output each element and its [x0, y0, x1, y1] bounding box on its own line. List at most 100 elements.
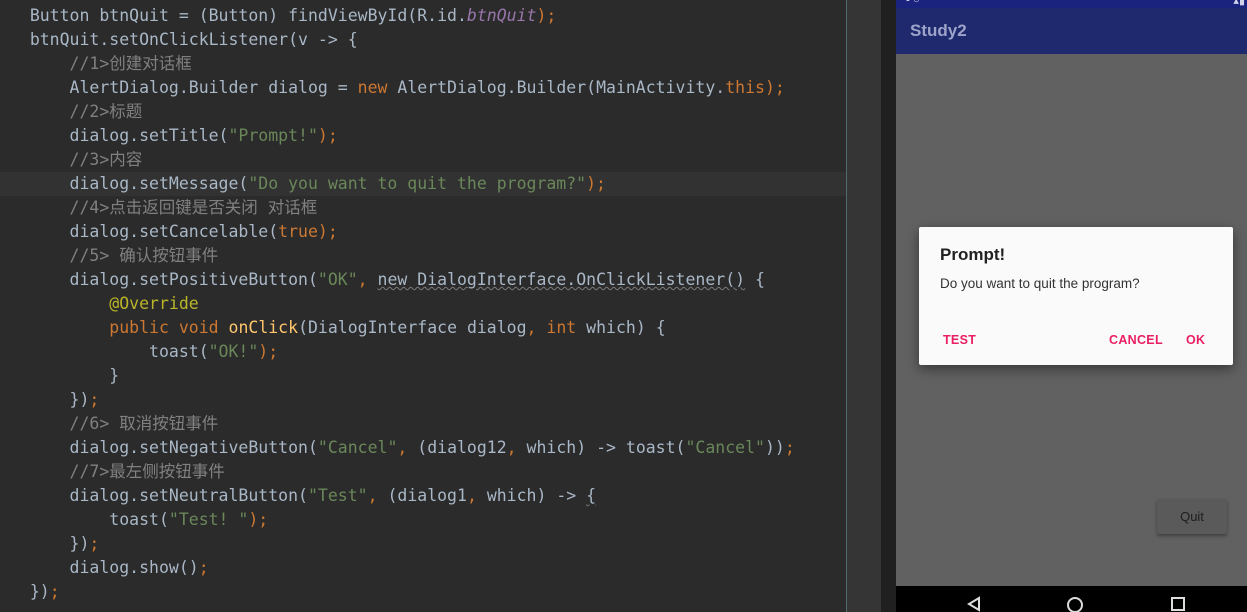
code-token: //3>内容 — [29, 150, 143, 169]
emulator-frame — [882, 0, 896, 612]
code-token: which) -> — [486, 486, 587, 505]
code-line[interactable]: //2>标题 — [0, 100, 846, 124]
code-token: (DialogInterface dialog — [298, 318, 527, 337]
code-line[interactable]: dialog.setMessage("Do you want to quit t… — [0, 172, 846, 196]
code-token: ); — [536, 6, 557, 25]
code-token: dialog.setNegativeButton( — [29, 438, 318, 457]
code-token: btnQuit.setOnClickListener(v -> { — [29, 30, 358, 49]
code-token: "OK" — [317, 270, 358, 289]
dialog-ok-button[interactable]: OK — [1186, 333, 1205, 347]
code-token: //2>标题 — [29, 102, 143, 121]
code-token: }) — [29, 582, 50, 601]
alert-dialog: Prompt! Do you want to quit the program?… — [919, 227, 1233, 365]
code-token: "Prompt!" — [228, 126, 318, 145]
code-token: dialog.setCancelable( — [29, 222, 279, 241]
code-token: ); — [764, 78, 785, 97]
code-token: , — [526, 318, 547, 337]
code-line[interactable]: dialog.setNegativeButton("Cancel", (dial… — [0, 436, 846, 460]
code-token: btnQuit — [466, 6, 537, 25]
code-line[interactable]: //5> 确认按钮事件 — [0, 244, 846, 268]
code-token: @Override — [109, 294, 199, 313]
code-line[interactable]: //4>点击返回键是否关闭 对话框 — [0, 196, 846, 220]
android-emulator-screen: ▪ ○ ▴▮ Study2 Quit Prompt! Do you want t… — [896, 0, 1247, 612]
code-token: { — [586, 486, 597, 505]
code-token: , — [466, 486, 487, 505]
code-token: //5> 确认按钮事件 — [29, 246, 219, 265]
code-token: "OK!" — [208, 342, 259, 361]
recents-icon[interactable] — [1170, 596, 1186, 612]
code-line[interactable]: //6> 取消按钮事件 — [0, 412, 846, 436]
status-bar: ▪ ○ ▴▮ — [896, 0, 1247, 8]
code-token: new DialogInterface.OnClickListener() — [377, 270, 746, 289]
code-token: "Test" — [307, 486, 368, 505]
code-line[interactable]: dialog.setCancelable(true); — [0, 220, 846, 244]
code-token: dialog.setMessage( — [29, 174, 249, 193]
code-line[interactable]: AlertDialog.Builder dialog = new AlertDi… — [0, 76, 846, 100]
code-token: //1>创建对话框 — [29, 54, 192, 73]
quit-button[interactable]: Quit — [1157, 499, 1227, 534]
code-line[interactable]: dialog.setTitle("Prompt!"); — [0, 124, 846, 148]
code-line[interactable]: }); — [0, 532, 846, 556]
code-line[interactable]: Button btnQuit = (Button) findViewById(R… — [0, 4, 846, 28]
code-line[interactable]: //7>最左侧按钮事件 — [0, 460, 846, 484]
code-line[interactable]: //3>内容 — [0, 148, 846, 172]
code-token: true — [278, 222, 318, 241]
code-line[interactable]: dialog.setNeutralButton("Test", (dialog1… — [0, 484, 846, 508]
code-token: AlertDialog.Builder(MainActivity. — [387, 78, 726, 97]
code-token: dialog.show() — [29, 558, 199, 577]
code-token: AlertDialog.Builder dialog = — [29, 78, 358, 97]
code-token: ; — [89, 390, 100, 409]
code-token: "Test! " — [168, 510, 249, 529]
code-token: //7>最左侧按钮事件 — [29, 462, 225, 481]
code-token: public void — [109, 318, 229, 337]
code-token: , — [367, 486, 388, 505]
code-line[interactable]: }); — [0, 388, 846, 412]
code-line[interactable]: }); — [0, 580, 846, 604]
code-token: this — [725, 78, 765, 97]
code-line[interactable]: dialog.setPositiveButton("OK", new Dialo… — [0, 268, 846, 292]
code-token: { — [745, 270, 765, 289]
code-token: "Cancel" — [317, 438, 398, 457]
status-clock-icon: ▴▮ — [1233, 0, 1245, 7]
code-token: "Cancel" — [685, 438, 765, 457]
code-line[interactable]: btnQuit.setOnClickListener(v -> { — [0, 28, 846, 52]
code-token: , — [397, 438, 418, 457]
code-line[interactable]: } — [0, 364, 846, 388]
code-line[interactable]: toast("OK!"); — [0, 340, 846, 364]
code-token: )) — [764, 438, 785, 457]
app-title: Study2 — [910, 21, 967, 40]
code-token: ; — [784, 438, 795, 457]
code-token: toast( — [29, 510, 169, 529]
code-token: }) — [29, 390, 90, 409]
code-token: which) { — [576, 318, 666, 337]
code-token: //6> 取消按钮事件 — [29, 414, 219, 433]
code-token: , — [357, 270, 378, 289]
code-token: dialog.setTitle( — [29, 126, 229, 145]
code-line[interactable]: //1>创建对话框 — [0, 52, 846, 76]
code-line[interactable]: @Override — [0, 292, 846, 316]
code-token: ); — [586, 174, 606, 193]
back-icon[interactable] — [967, 596, 981, 612]
code-token: ; — [89, 534, 100, 553]
app-bar: Study2 — [896, 8, 1247, 54]
home-icon[interactable] — [1066, 596, 1084, 612]
code-line[interactable]: public void onClick(DialogInterface dial… — [0, 316, 846, 340]
code-token: ; — [49, 582, 60, 601]
dialog-test-button[interactable]: TEST — [943, 333, 976, 347]
code-token: }) — [29, 534, 90, 553]
code-token: int — [546, 318, 577, 337]
code-token: ); — [258, 342, 279, 361]
code-token: onClick — [228, 318, 299, 337]
code-editor[interactable]: Button btnQuit = (Button) findViewById(R… — [0, 0, 846, 612]
code-token: dialog.setNeutralButton( — [29, 486, 308, 505]
pane-divider[interactable] — [846, 0, 883, 612]
code-line[interactable]: dialog.show(); — [0, 556, 846, 580]
dialog-message: Do you want to quit the program? — [940, 276, 1140, 291]
code-token: ; — [198, 558, 209, 577]
code-token: which) -> toast( — [526, 438, 686, 457]
code-token: ); — [317, 222, 338, 241]
dialog-cancel-button[interactable]: CANCEL — [1109, 333, 1163, 347]
code-line[interactable]: toast("Test! "); — [0, 508, 846, 532]
